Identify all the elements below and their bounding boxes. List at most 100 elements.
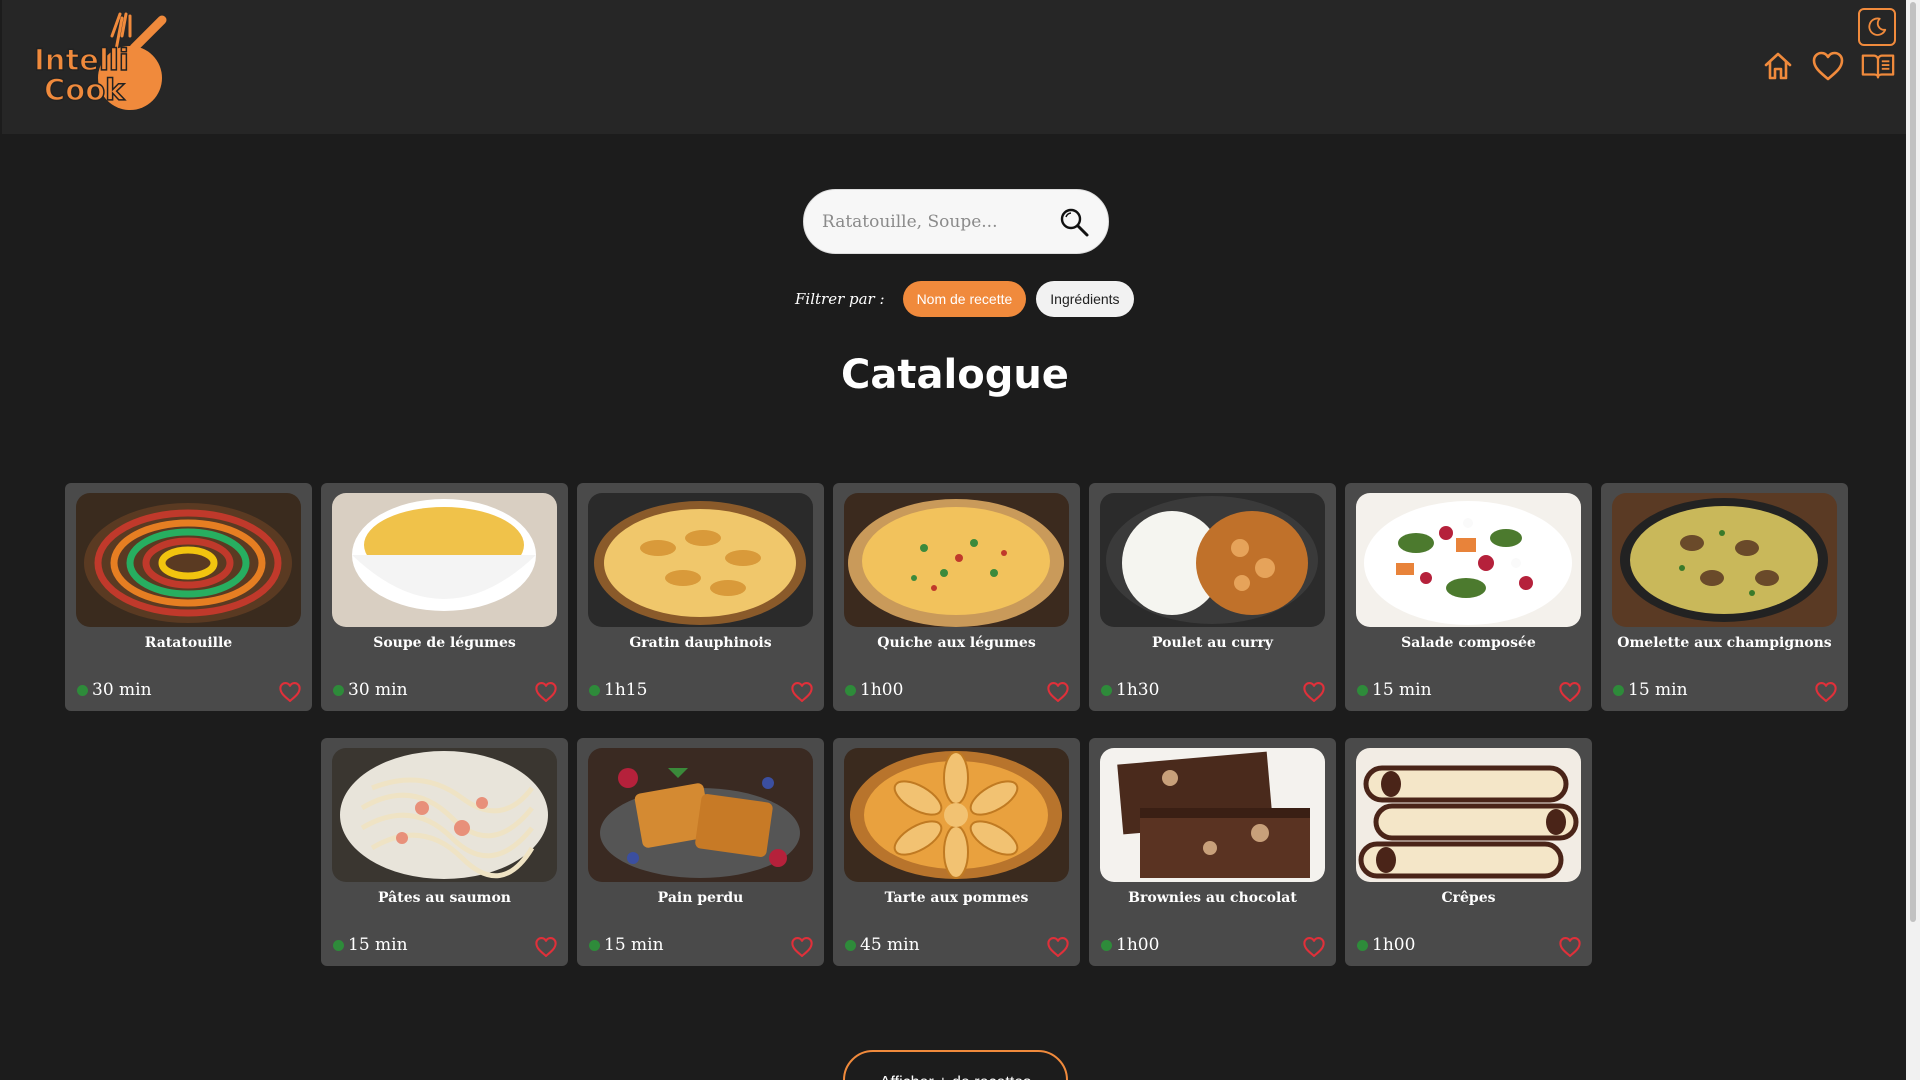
recipe-name: Pain perdu bbox=[657, 890, 744, 906]
recipe-card[interactable]: Soupe de légumes 30 min bbox=[321, 483, 568, 711]
search-icon bbox=[1060, 208, 1089, 236]
recipe-name: Tarte aux pommes bbox=[884, 890, 1029, 906]
favorite-button[interactable] bbox=[790, 936, 814, 958]
recipe-row-1: Ratatouille 30 min Soupe de légumes 30 min G… bbox=[65, 483, 1848, 711]
clock-icon bbox=[845, 684, 856, 696]
favorite-button[interactable] bbox=[1558, 681, 1582, 703]
nav-home-button[interactable] bbox=[1760, 48, 1796, 84]
recipe-card[interactable]: Brownies au chocolat 1h00 bbox=[1089, 738, 1336, 966]
recipe-name: Pâtes au saumon bbox=[378, 890, 511, 906]
recipe-card[interactable]: Omelette aux champignons 15 min bbox=[1601, 483, 1848, 711]
recipe-image[interactable] bbox=[76, 493, 301, 627]
recipe-time: 15 min bbox=[1357, 680, 1432, 700]
recipe-card[interactable]: Poulet au curry 1h30 bbox=[1089, 483, 1336, 711]
clock-icon bbox=[1613, 684, 1624, 696]
show-more-button[interactable]: Afficher + de recettes bbox=[843, 1050, 1068, 1080]
recipe-image[interactable] bbox=[332, 748, 557, 882]
recipe-time-value: 15 min bbox=[1372, 680, 1432, 700]
recipe-time: 15 min bbox=[333, 935, 408, 955]
favorite-button[interactable] bbox=[1046, 681, 1070, 703]
recipe-image[interactable] bbox=[588, 493, 813, 627]
recipe-name: Salade composée bbox=[1401, 635, 1536, 651]
search-input[interactable] bbox=[822, 211, 1056, 232]
recipe-image[interactable] bbox=[332, 493, 557, 627]
heart-outline-icon bbox=[1047, 937, 1069, 957]
recipe-time: 30 min bbox=[333, 680, 408, 700]
recipe-image[interactable] bbox=[1356, 748, 1581, 882]
page: Intelli Cook Ratatouille, Soupe... Filtr… bbox=[0, 0, 1906, 1080]
filter-chip-ingredients[interactable]: Ingrédients bbox=[1036, 281, 1134, 317]
recipe-time-value: 1h30 bbox=[1116, 680, 1160, 700]
clock-icon bbox=[1101, 939, 1112, 951]
recipe-image[interactable] bbox=[1612, 493, 1837, 627]
recipe-card[interactable]: Pain perdu 15 min bbox=[577, 738, 824, 966]
nav-recipes-button[interactable] bbox=[1860, 48, 1896, 84]
recipe-image[interactable] bbox=[1100, 748, 1325, 882]
recipe-image[interactable] bbox=[844, 493, 1069, 627]
recipe-name: Poulet au curry bbox=[1152, 635, 1273, 651]
favorite-button[interactable] bbox=[1814, 681, 1838, 703]
heart-outline-icon bbox=[1303, 937, 1325, 957]
book-icon bbox=[1861, 54, 1895, 79]
recipe-name: Brownies au chocolat bbox=[1128, 890, 1297, 906]
heart-icon bbox=[1812, 51, 1844, 81]
heart-outline-icon bbox=[791, 682, 813, 702]
filter-chip-recipe-name[interactable]: Nom de recette bbox=[902, 281, 1027, 317]
heart-outline-icon bbox=[1303, 682, 1325, 702]
search-button[interactable] bbox=[1056, 204, 1092, 240]
recipe-image[interactable] bbox=[1100, 493, 1325, 627]
recipe-card[interactable]: Salade composée 15 min bbox=[1345, 483, 1592, 711]
recipe-time-value: 30 min bbox=[348, 680, 408, 700]
page-title: Catalogue bbox=[841, 352, 1069, 398]
recipe-time: 1h00 bbox=[1357, 935, 1415, 955]
heart-outline-icon bbox=[535, 682, 557, 702]
recipe-time-value: 1h15 bbox=[604, 680, 648, 700]
recipe-name: Crêpes bbox=[1441, 890, 1496, 906]
vertical-scrollbar[interactable] bbox=[1906, 0, 1920, 1080]
logo-text-intelli: Intelli bbox=[34, 43, 129, 77]
recipe-time-value: 1h00 bbox=[860, 680, 904, 700]
favorite-button[interactable] bbox=[1046, 936, 1070, 958]
filter-label: Filtrer par : bbox=[795, 290, 885, 308]
nav-favorites-button[interactable] bbox=[1810, 48, 1846, 84]
recipe-time-value: 1h00 bbox=[1372, 935, 1416, 955]
recipe-time-value: 45 min bbox=[860, 935, 920, 955]
recipe-time: 1h00 bbox=[1101, 935, 1159, 955]
favorite-button[interactable] bbox=[534, 936, 558, 958]
favorite-button[interactable] bbox=[1302, 936, 1326, 958]
heart-outline-icon bbox=[791, 937, 813, 957]
recipe-time: 1h00 bbox=[845, 680, 903, 700]
favorite-button[interactable] bbox=[1558, 936, 1582, 958]
recipe-time: 15 min bbox=[1613, 680, 1688, 700]
scrollbar-thumb[interactable] bbox=[1910, 2, 1916, 922]
recipe-time: 1h30 bbox=[1101, 680, 1159, 700]
heart-outline-icon bbox=[279, 682, 301, 702]
logo-text-cook: Cook bbox=[44, 73, 125, 107]
theme-toggle-button[interactable] bbox=[1858, 8, 1896, 46]
favorite-button[interactable] bbox=[534, 681, 558, 703]
search-bar bbox=[803, 189, 1109, 254]
recipe-name: Quiche aux légumes bbox=[877, 635, 1036, 651]
recipe-card[interactable]: Crêpes 1h00 bbox=[1345, 738, 1592, 966]
recipe-image[interactable] bbox=[588, 748, 813, 882]
recipe-image[interactable] bbox=[1356, 493, 1581, 627]
favorite-button[interactable] bbox=[278, 681, 302, 703]
heart-outline-icon bbox=[535, 937, 557, 957]
recipe-time: 30 min bbox=[77, 680, 152, 700]
recipe-time: 45 min bbox=[845, 935, 920, 955]
recipe-card[interactable]: Pâtes au saumon 15 min bbox=[321, 738, 568, 966]
recipe-card[interactable]: Quiche aux légumes 1h00 bbox=[833, 483, 1080, 711]
clock-icon bbox=[1357, 939, 1368, 951]
intellicook-logo[interactable]: Intelli Cook bbox=[30, 6, 170, 112]
recipe-card[interactable]: Gratin dauphinois 1h15 bbox=[577, 483, 824, 711]
recipe-card[interactable]: Ratatouille 30 min bbox=[65, 483, 312, 711]
clock-icon bbox=[1101, 684, 1112, 696]
recipe-time-value: 1h00 bbox=[1116, 935, 1160, 955]
favorite-button[interactable] bbox=[1302, 681, 1326, 703]
recipe-image[interactable] bbox=[844, 748, 1069, 882]
recipe-card[interactable]: Tarte aux pommes 45 min bbox=[833, 738, 1080, 966]
favorite-button[interactable] bbox=[790, 681, 814, 703]
heart-outline-icon bbox=[1047, 682, 1069, 702]
clock-icon bbox=[589, 684, 600, 696]
recipe-name: Soupe de légumes bbox=[373, 635, 516, 651]
